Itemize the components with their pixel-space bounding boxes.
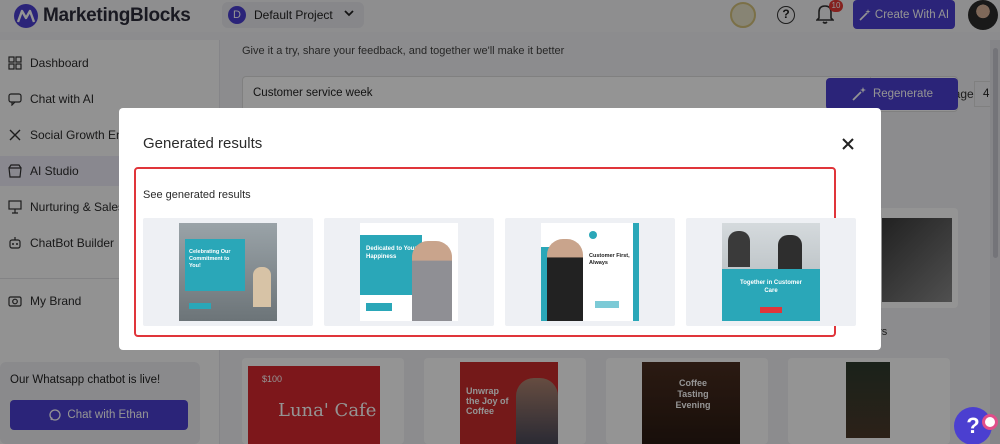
results-section-label: See generated results (143, 189, 251, 201)
generated-results-modal: Generated results See generated results … (119, 108, 881, 350)
teal-dot (589, 231, 597, 239)
generated-headline: Celebrating Our Commitment to You! (189, 249, 231, 269)
person-photo (253, 267, 271, 307)
generated-headline: Together in Customer Care (740, 280, 802, 294)
person-photo (547, 239, 583, 321)
close-icon[interactable] (840, 136, 856, 152)
cta-chip (760, 307, 782, 313)
cta-chip (595, 301, 619, 308)
teal-stripe (633, 223, 639, 321)
generated-headline: Dedicated to Your Happiness (366, 246, 417, 260)
person-photo (778, 235, 802, 269)
generated-headline: Customer First, Always (589, 253, 630, 266)
teal-panel (722, 269, 820, 321)
cta-chip (189, 303, 211, 309)
generated-result-card[interactable]: Celebrating Our Commitment to You! (143, 218, 313, 326)
generated-result-card[interactable]: Customer First, Always (505, 218, 675, 326)
generated-image: Celebrating Our Commitment to You! (179, 223, 277, 321)
person-photo (412, 241, 452, 321)
generated-result-card[interactable]: Together in Customer Care (686, 218, 856, 326)
generated-image: Customer First, Always (541, 223, 639, 321)
modal-title: Generated results (143, 135, 263, 152)
generated-image: Dedicated to Your Happiness (360, 223, 458, 321)
chat-widget-icon[interactable] (982, 414, 998, 430)
generated-result-card[interactable]: Dedicated to Your Happiness (324, 218, 494, 326)
cta-chip (366, 303, 392, 311)
person-photo (728, 231, 750, 267)
generated-image: Together in Customer Care (722, 223, 820, 321)
